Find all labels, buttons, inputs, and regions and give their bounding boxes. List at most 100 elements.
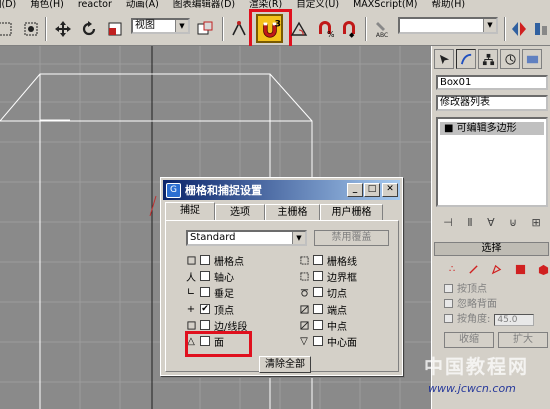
menu-item-view[interactable]: 图(D) [0, 0, 16, 10]
snap-endpoint[interactable]: 端点 [299, 302, 347, 317]
tab-create[interactable] [434, 49, 454, 69]
window-crossing-icon[interactable] [20, 18, 42, 40]
menu-item-maxscript[interactable]: MAXScript(M) [353, 0, 417, 10]
modifier-stack[interactable]: ■ 可编辑多边形 [436, 117, 548, 207]
edit-named-selection-button[interactable]: ABC [371, 18, 393, 40]
checkbox[interactable] [200, 255, 210, 265]
reference-coordinate-dropdown[interactable]: 视图 ▼ [131, 18, 190, 34]
snap-edge-segment[interactable]: 边/线段 [186, 318, 247, 333]
menu-item-customize[interactable]: 自定义(U) [296, 0, 339, 10]
snap-midpoint[interactable]: 中点 [299, 318, 347, 333]
grid-point-icon [186, 254, 196, 266]
toolbar-separator [45, 17, 47, 41]
maximize-button[interactable]: □ [364, 183, 380, 197]
named-selection-dropdown[interactable]: ▼ [398, 17, 498, 34]
clear-all-button[interactable]: 清除全部 [259, 356, 311, 373]
checkbox[interactable] [200, 271, 210, 281]
tab-user-grids[interactable]: 用户栅格 [320, 204, 383, 220]
modifier-list-dropdown[interactable]: 修改器列表 [436, 95, 548, 111]
snap-pivot[interactable]: 人 轴心 [186, 269, 234, 284]
menu-item-character[interactable]: 角色(H) [30, 0, 64, 10]
tab-home-grid[interactable]: 主栅格 [265, 204, 320, 220]
pin-stack-icon[interactable]: ⊣ [443, 216, 453, 229]
expand-plus-icon[interactable]: ■ [444, 123, 457, 134]
edge-subobject-icon[interactable] [468, 264, 479, 275]
menu-item-reactor[interactable]: reactor [78, 0, 112, 10]
toolbar-separator [504, 17, 506, 41]
checkbox-checked[interactable]: ✔ [200, 304, 210, 314]
tab-motion[interactable] [500, 49, 520, 69]
snap-grid-points[interactable]: 栅格点 [186, 253, 244, 268]
override-off-button[interactable]: 禁用覆盖 [314, 230, 389, 246]
tab-modify[interactable] [456, 49, 476, 69]
close-button[interactable]: ✕ [382, 183, 398, 197]
snap-category-dropdown[interactable]: Standard ▼ [186, 230, 307, 246]
make-unique-icon[interactable]: ∀ [487, 216, 495, 229]
by-angle-checkbox[interactable]: 按角度: 45.0 [444, 314, 549, 328]
tab-hierarchy[interactable] [478, 49, 498, 69]
grow-button[interactable]: 扩大 [498, 332, 548, 348]
object-name-field[interactable]: Box01 [436, 75, 548, 90]
checkbox[interactable] [313, 287, 323, 297]
perpendicular-icon: ∟ [186, 286, 196, 298]
minimize-button[interactable]: _ [347, 183, 363, 197]
scale-icon[interactable] [104, 18, 126, 40]
checkbox[interactable] [313, 255, 323, 265]
move-icon[interactable] [52, 18, 74, 40]
ignore-backfacing-label: 忽略背面 [457, 299, 497, 310]
pivot-icon: 人 [186, 272, 196, 284]
app-logo-icon: G [166, 182, 181, 198]
remove-modifier-icon[interactable]: ⊍ [509, 216, 517, 229]
chevron-down-icon: ▼ [175, 20, 188, 32]
select-region-icon[interactable] [0, 18, 16, 40]
menu-item-animation[interactable]: 动画(A) [126, 0, 159, 10]
checkbox[interactable] [313, 304, 323, 314]
menu-item-graph-editors[interactable]: 图表编辑器(D) [173, 0, 235, 10]
angle-snap-icon[interactable] [288, 18, 310, 40]
snap-perpendicular[interactable]: ∟ 垂足 [186, 285, 234, 300]
tab-snaps[interactable]: 捕捉 [165, 202, 215, 220]
spinner-snap-icon[interactable]: ◆ [338, 18, 360, 40]
checkbox[interactable] [313, 336, 323, 346]
toolbar-separator [222, 17, 224, 41]
by-angle-label: 按角度: [457, 314, 491, 325]
checkbox[interactable] [313, 271, 323, 281]
snap-center-face[interactable]: ▽ 中心面 [299, 334, 357, 349]
configure-sets-icon[interactable]: ⊞ [532, 216, 541, 229]
stack-item-editable-poly[interactable]: ■ 可编辑多边形 [440, 122, 544, 135]
rotate-icon[interactable] [78, 18, 100, 40]
menu-item-help[interactable]: 帮助(H) [432, 0, 466, 10]
snap-button-highlight [249, 9, 292, 49]
grid-snap-settings-dialog: G 栅格和捕捉设置 _ □ ✕ 捕捉 选项 主栅格 用户栅格 Standard … [160, 177, 403, 376]
align-icon[interactable] [530, 18, 550, 40]
element-subobject-icon[interactable] [538, 264, 549, 275]
checkbox-box [444, 299, 453, 308]
mirror-icon[interactable] [508, 18, 530, 40]
snap-grid-lines[interactable]: 栅格线 [299, 253, 357, 268]
percent-snap-icon[interactable]: % [314, 18, 336, 40]
snap-label: 边界框 [327, 272, 357, 284]
by-vertex-checkbox[interactable]: 按顶点 [444, 284, 549, 298]
select-link-icon[interactable] [228, 18, 250, 40]
border-subobject-icon[interactable] [491, 264, 502, 275]
vertex-subobject-icon[interactable]: ∴ [449, 264, 455, 275]
snap-bounding-box[interactable]: 边界框 [299, 269, 357, 284]
ignore-backfacing-checkbox[interactable]: 忽略背面 [444, 299, 549, 313]
tab-options[interactable]: 选项 [215, 204, 265, 220]
tab-display[interactable] [522, 49, 542, 69]
shrink-button[interactable]: 收缩 [444, 332, 494, 348]
checkbox[interactable] [200, 320, 210, 330]
polygon-subobject-icon[interactable] [515, 264, 526, 275]
snap-vertex[interactable]: + ✔ 顶点 [186, 302, 234, 317]
selection-rollout-header[interactable]: 选择 [434, 242, 549, 256]
checkbox-box [444, 314, 453, 323]
show-end-result-icon[interactable]: Ⅱ [467, 216, 472, 229]
angle-value-field[interactable]: 45.0 [494, 314, 535, 326]
snap-tangent[interactable]: 切点 [299, 285, 347, 300]
main-toolbar: 视图 ▼ 3 % ◆ ABC ▼ [0, 9, 550, 49]
checkbox[interactable] [313, 320, 323, 330]
dialog-titlebar[interactable]: G 栅格和捕捉设置 _ □ ✕ [163, 180, 400, 200]
pivot-center-icon[interactable] [194, 18, 216, 40]
by-vertex-label: 按顶点 [457, 284, 487, 295]
checkbox[interactable] [200, 287, 210, 297]
